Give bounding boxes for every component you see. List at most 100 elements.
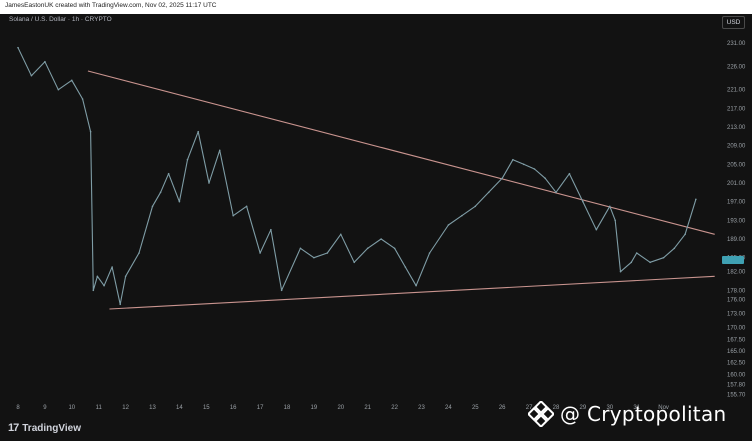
price-point: [167, 172, 170, 175]
tradingview-logo[interactable]: 17 TradingView: [8, 421, 81, 435]
price-point: [218, 149, 221, 152]
price-point: [461, 214, 463, 217]
price-point: [186, 158, 189, 161]
tradingview-chart-screenshot: JamesEastonUK created with TradingView.c…: [0, 0, 752, 441]
price-point: [339, 233, 342, 236]
y-tick-label: 178.00: [727, 288, 746, 294]
price-point: [151, 205, 154, 208]
x-tick-label: 15: [203, 405, 210, 411]
y-tick-label: 173.00: [727, 312, 746, 318]
price-point: [178, 200, 181, 203]
price-point: [614, 219, 616, 222]
price-point: [197, 130, 200, 133]
price-point: [673, 247, 676, 250]
tradingview-mark-icon: 17: [8, 422, 19, 434]
last-price-tag: [722, 256, 744, 264]
price-point: [415, 284, 417, 287]
price-point: [512, 158, 514, 161]
y-tick-label: 197.00: [727, 200, 746, 206]
y-tick-label: 182.00: [727, 270, 746, 276]
price-chart[interactable]: 8 9 10 11 12 13 14 15 16 17 18 19 20 21 22 23 24 25 26 27 28…: [0, 0, 752, 441]
price-point: [111, 266, 113, 268]
y-tick-label: 167.50: [727, 337, 746, 343]
y-tick-label: 201.00: [727, 181, 746, 187]
price-point: [232, 214, 234, 217]
price-point: [595, 228, 598, 231]
price-point: [608, 205, 611, 208]
y-tick-label: 226.00: [727, 64, 746, 70]
price-point: [313, 256, 315, 259]
price-point: [299, 247, 302, 250]
x-tick-label: 24: [445, 405, 452, 411]
price-point: [695, 198, 697, 201]
price-point: [30, 74, 33, 77]
price-point: [326, 252, 329, 254]
y-tick-label: 231.00: [727, 41, 746, 47]
price-point: [92, 289, 95, 292]
price-point: [619, 270, 622, 273]
y-tick-label: 205.00: [727, 162, 746, 168]
x-tick-label: 17: [257, 405, 264, 411]
x-tick-label: 22: [391, 405, 398, 411]
price-point: [649, 261, 651, 264]
x-tick-label: 20: [337, 405, 344, 411]
diamond-logo-icon: [528, 401, 554, 427]
y-tick-label: 165.00: [727, 349, 746, 355]
price-line: [17, 47, 697, 305]
price-point: [96, 275, 99, 278]
price-point: [208, 182, 210, 184]
price-point: [522, 163, 525, 166]
price-point: [270, 228, 272, 231]
price-point: [533, 168, 536, 170]
x-tick-label: 9: [43, 405, 47, 411]
y-tick-label: 155.70: [727, 392, 746, 398]
price-point: [280, 289, 283, 292]
price-point: [81, 98, 84, 100]
watermark-text: @ Cryptopolitan: [560, 402, 727, 426]
price-point: [474, 205, 477, 208]
price-point: [44, 60, 46, 63]
price-point: [393, 247, 396, 250]
price-point: [245, 205, 248, 208]
x-tick-label: 8: [16, 405, 20, 411]
x-tick-label: 19: [311, 405, 318, 411]
price-point: [124, 275, 127, 278]
trendline-upper: [87, 70, 715, 235]
cryptopolitan-watermark: @ Cryptopolitan: [528, 401, 726, 427]
y-tick-label: 170.00: [727, 326, 746, 332]
price-point: [138, 252, 140, 254]
x-tick-label: 26: [499, 405, 506, 411]
price-point: [428, 252, 431, 254]
price-point: [17, 46, 19, 49]
y-tick-label: 157.80: [727, 383, 746, 389]
price-point: [662, 256, 665, 259]
price-point: [582, 200, 584, 203]
price-point: [89, 130, 92, 133]
price-point: [568, 172, 571, 175]
x-tick-label: 14: [176, 405, 183, 411]
price-point: [544, 177, 547, 180]
y-tick-label: 221.00: [727, 88, 746, 94]
x-tick-label: 25: [472, 405, 479, 411]
x-tick-label: 18: [284, 405, 291, 411]
trendline-lower: [109, 275, 715, 310]
x-tick-label: 13: [149, 405, 156, 411]
x-tick-label: 12: [122, 405, 129, 411]
price-point: [57, 88, 60, 91]
price-point: [353, 261, 356, 264]
tradingview-brand: TradingView: [22, 422, 81, 434]
price-point: [404, 266, 407, 268]
y-tick-label: 193.00: [727, 218, 746, 224]
price-point: [159, 191, 162, 194]
x-tick-label: 21: [364, 405, 371, 411]
price-point: [259, 252, 261, 254]
x-tick-label: 23: [418, 405, 425, 411]
price-point: [366, 247, 369, 250]
price-point: [487, 191, 490, 194]
y-tick-label: 176.00: [727, 298, 746, 304]
y-tick-label: 217.00: [727, 106, 746, 112]
price-point: [119, 303, 122, 306]
x-tick-label: 11: [96, 405, 103, 411]
y-tick-label: 209.00: [727, 144, 746, 150]
y-tick-label: 162.50: [727, 361, 746, 367]
